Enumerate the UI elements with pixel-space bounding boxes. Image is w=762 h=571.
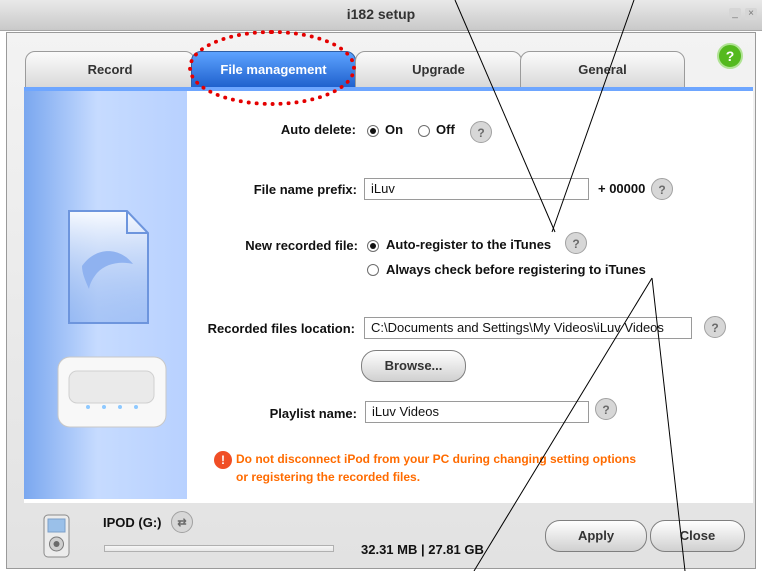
setup-window: i182 setup _ × Record File management Up… [0,0,762,571]
annotation-lines [454,0,686,571]
